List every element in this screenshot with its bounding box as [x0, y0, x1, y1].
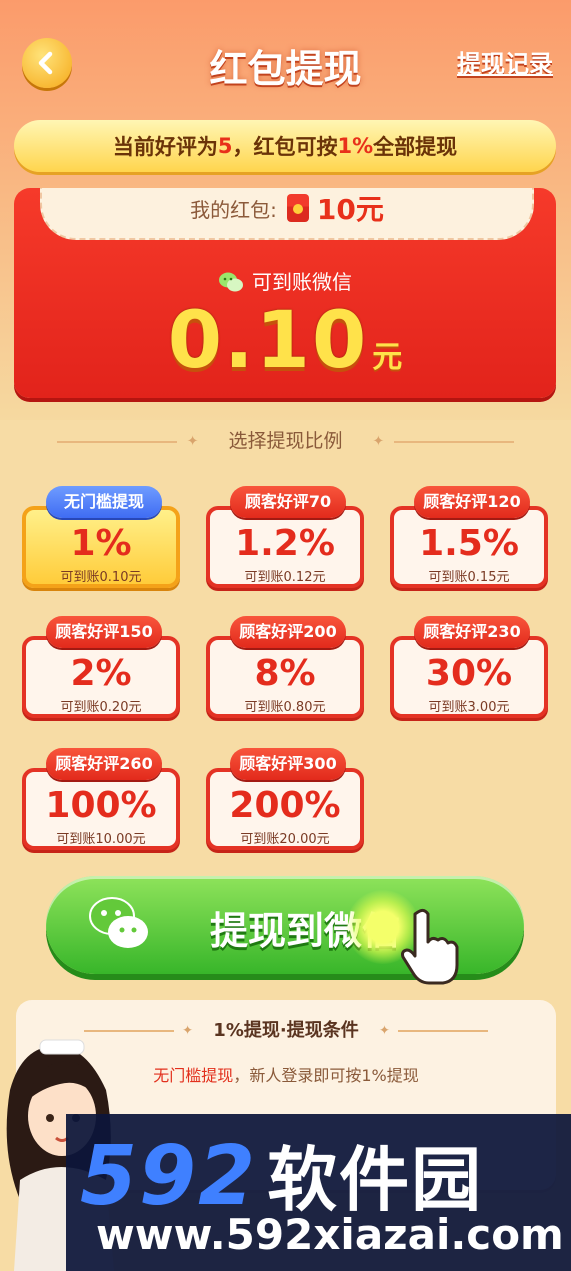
ratio-option-badge: 顾客好评230: [414, 616, 530, 648]
divider-left: [56, 440, 177, 443]
conditions-detail: ，新人登录即可按1%提现: [233, 1066, 419, 1085]
pointing-hand-icon: [401, 908, 459, 985]
watermark-url: www.592xiazai.com: [96, 1210, 564, 1259]
ratio-option-percent: 30%: [425, 653, 513, 694]
red-envelope-icon: [286, 194, 309, 222]
ratio-option-amount: 可到账10.00元: [56, 832, 146, 847]
ratio-option[interactable]: 顾客好评300 200% 可到账20.00元: [206, 748, 364, 850]
star-icon: ✦: [182, 1023, 194, 1039]
ratio-option[interactable]: 顾客好评230 30% 可到账3.00元: [390, 616, 548, 718]
ratio-option-amount: 可到账0.20元: [60, 700, 142, 715]
ratio-option-badge: 顾客好评300: [230, 748, 346, 780]
star-icon: ✦: [378, 1023, 390, 1039]
ratio-option-percent: 200%: [229, 785, 341, 826]
rating-notice-banner: 当前好评为 5 ，红包可按 1% 全部提现: [14, 120, 556, 172]
ratio-option-badge: 顾客好评120: [414, 486, 530, 518]
ratio-option-badge: 顾客好评260: [46, 748, 162, 780]
notice-score: 5: [217, 134, 233, 158]
conditions-highlight: 无门槛提现: [153, 1066, 234, 1085]
ratio-option-amount: 可到账0.15元: [428, 570, 510, 585]
ratio-option[interactable]: 无门槛提现 1% 可到账0.10元: [22, 486, 180, 588]
withdraw-to-wechat-button[interactable]: 提现到微信: [46, 876, 524, 985]
redpacket-card: 我的红包: 10元 可到账微信 0.10 元: [14, 188, 556, 398]
ratio-option-percent: 2%: [70, 653, 132, 694]
ratio-option[interactable]: 顾客好评70 1.2% 可到账0.12元: [206, 486, 364, 588]
my-redpacket-tab: 我的红包: 10元: [40, 188, 534, 240]
ratio-option-amount: 可到账0.80元: [244, 700, 326, 715]
ratio-option-badge: 顾客好评150: [46, 616, 162, 648]
ratio-option-amount: 可到账0.12元: [244, 570, 326, 585]
ratio-option-percent: 1.5%: [419, 523, 519, 564]
ratio-option[interactable]: 顾客好评120 1.5% 可到账0.15元: [390, 486, 548, 588]
ratio-option-badge: 无门槛提现: [46, 486, 162, 518]
ratio-option-amount: 可到账0.10元: [60, 570, 142, 585]
withdraw-amount: 0.10: [167, 296, 369, 386]
ratio-option-percent: 1.2%: [235, 523, 335, 564]
notice-prefix: 当前好评为: [112, 135, 218, 159]
ratio-option-percent: 100%: [45, 785, 157, 826]
ratio-option[interactable]: 顾客好评200 8% 可到账0.80元: [206, 616, 364, 718]
ratio-option-percent: 1%: [70, 523, 132, 564]
ratio-option-amount: 可到账20.00元: [240, 832, 330, 847]
wechat-icon: [219, 272, 243, 292]
divider-right: [394, 440, 515, 443]
star-icon: ✦: [186, 433, 199, 450]
my-redpacket-amount: 10元: [316, 193, 384, 226]
notice-suffix: 全部提现: [373, 135, 458, 159]
ratio-option[interactable]: 顾客好评260 100% 可到账10.00元: [22, 748, 180, 850]
withdraw-amount-unit: 元: [372, 340, 403, 375]
notice-percent: 1%: [337, 134, 374, 158]
conditions-title: 1%提现·提现条件: [213, 1020, 359, 1041]
ratio-option-badge: 顾客好评200: [230, 616, 346, 648]
divider-right: [397, 1030, 488, 1032]
ratio-option-badge: 顾客好评70: [230, 486, 346, 518]
withdraw-record-link[interactable]: 提现记录: [457, 44, 553, 79]
ratio-option-percent: 8%: [254, 653, 316, 694]
ratio-option-amount: 可到账3.00元: [428, 700, 510, 715]
withdraw-amount-display: 0.10 元: [14, 296, 556, 386]
star-icon: ✦: [372, 433, 385, 450]
ratio-section-title: ✦ 选择提现比例 ✦: [0, 426, 571, 453]
arrive-wechat-row: 可到账微信: [14, 266, 556, 295]
ratio-option[interactable]: 顾客好评150 2% 可到账0.20元: [22, 616, 180, 718]
watermark-brand-text: 软件园: [267, 1139, 484, 1221]
notice-mid: ，红包可按: [232, 135, 338, 159]
arrive-wechat-label: 可到账微信: [252, 270, 352, 294]
ratio-section-label: 选择提现比例: [228, 430, 343, 452]
my-redpacket-label: 我的红包:: [190, 197, 277, 222]
